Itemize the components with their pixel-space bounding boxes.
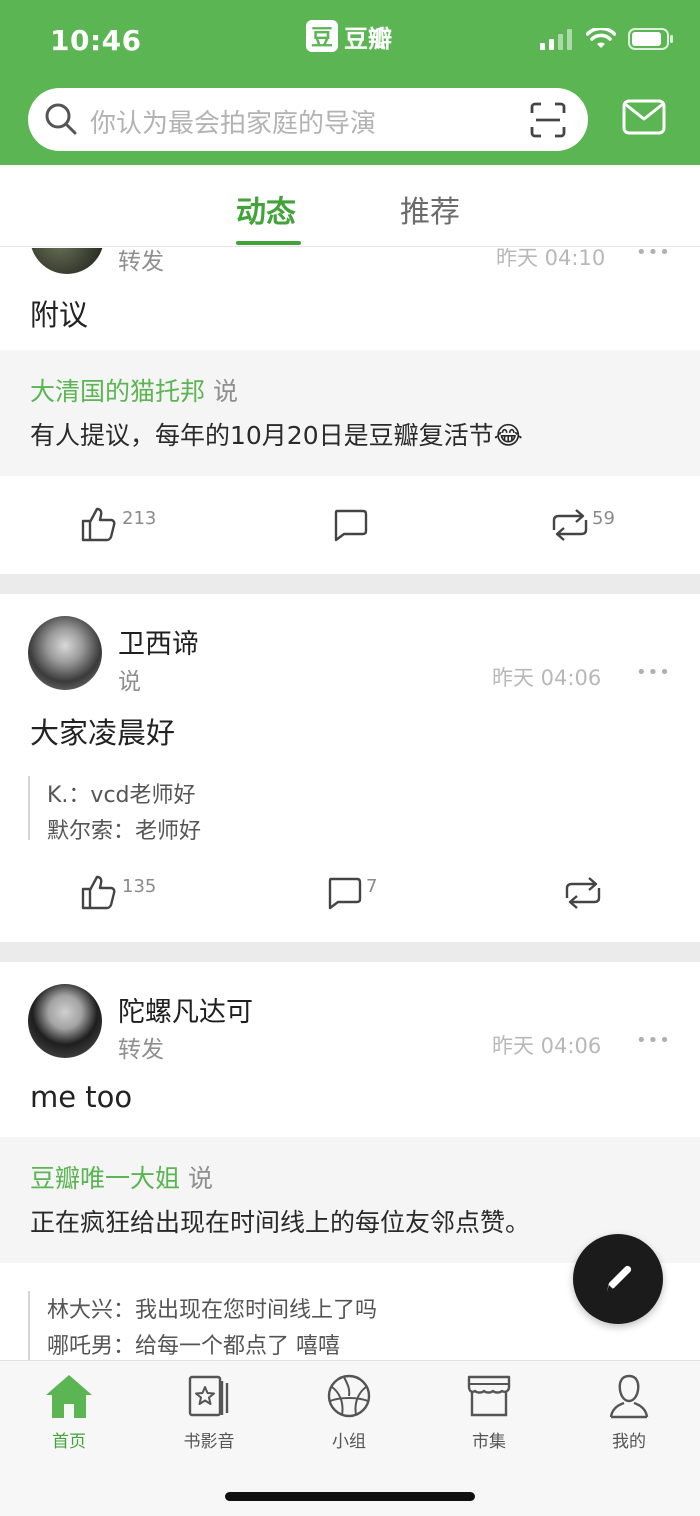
post-text: 大家凌晨好 xyxy=(30,716,176,750)
avatar[interactable] xyxy=(28,984,102,1058)
post-time: 昨天 04:10 xyxy=(496,248,606,270)
like-count: 213 xyxy=(122,508,157,529)
post-username[interactable]: 陀螺凡达可 xyxy=(118,990,253,1029)
search-bar[interactable]: 你认为最会拍家庭的导演 xyxy=(28,88,588,151)
comment-preview[interactable]: 林大兴：我出现在您时间线上了吗 xyxy=(47,1292,377,1324)
original-author[interactable]: 豆瓣唯一大姐 xyxy=(30,1164,180,1193)
app-logo: 豆 豆瓣 xyxy=(306,19,392,53)
nav-book-movie-music[interactable]: 书影音 xyxy=(159,1373,259,1452)
mail-icon[interactable] xyxy=(622,99,666,135)
comment-preview[interactable]: 默尔索：老师好 xyxy=(47,813,201,845)
original-said: 说 xyxy=(213,377,239,406)
group-icon xyxy=(327,1374,371,1418)
status-icons xyxy=(540,28,674,50)
nav-label: 市集 xyxy=(472,1432,506,1452)
tab-dongtai[interactable]: 动态 xyxy=(236,187,296,231)
nav-label: 书影音 xyxy=(183,1432,235,1452)
post-action: 说 xyxy=(118,669,141,695)
like-count: 135 xyxy=(122,876,157,897)
nav-label: 首页 xyxy=(52,1432,86,1452)
post-time: 昨天 04:06 xyxy=(492,1034,602,1058)
comment-icon[interactable] xyxy=(326,876,362,910)
avatar[interactable] xyxy=(28,616,102,690)
original-author-line: 大清国的猫托邦说 xyxy=(30,372,238,408)
post-time: 昨天 04:06 xyxy=(492,666,602,690)
compose-button[interactable] xyxy=(573,1234,663,1324)
original-author-line: 豆瓣唯一大姐说 xyxy=(30,1159,213,1195)
search-icon xyxy=(45,103,77,135)
comment-preview-bar xyxy=(28,1291,30,1360)
post-action: 转发 xyxy=(118,249,164,275)
home-indicator[interactable] xyxy=(225,1492,475,1501)
more-options-button[interactable]: ••• xyxy=(636,662,671,683)
more-options-button[interactable]: ••• xyxy=(636,1030,671,1051)
cellular-signal-icon xyxy=(540,29,572,50)
avatar[interactable] xyxy=(30,248,104,274)
post-text: me too xyxy=(30,1080,133,1114)
post-separator xyxy=(0,574,700,594)
post-username[interactable]: 卫西谛 xyxy=(118,622,199,661)
like-icon[interactable] xyxy=(80,506,116,542)
scan-icon[interactable] xyxy=(530,102,566,138)
market-icon xyxy=(467,1375,511,1417)
more-options-button[interactable]: ••• xyxy=(636,248,671,263)
repost-icon[interactable] xyxy=(561,876,605,910)
search-placeholder: 你认为最会拍家庭的导演 xyxy=(90,109,377,139)
post-action: 转发 xyxy=(118,1037,164,1063)
comment-icon[interactable] xyxy=(332,508,368,542)
repost-icon[interactable] xyxy=(548,508,592,542)
logo-glyph: 豆 xyxy=(306,20,338,52)
battery-icon xyxy=(628,28,673,50)
nav-profile[interactable]: 我的 xyxy=(579,1373,679,1452)
original-author[interactable]: 大清国的猫托邦 xyxy=(30,377,205,406)
book-movie-music-icon xyxy=(188,1375,229,1417)
feed-tabs: 动态 推荐 xyxy=(0,165,700,247)
nav-market[interactable]: 市集 xyxy=(439,1373,539,1452)
app-header: 10:46 豆 豆瓣 你认为最会拍家庭的导演 xyxy=(0,0,700,165)
repost-count: 59 xyxy=(592,508,615,529)
like-icon[interactable] xyxy=(80,874,116,910)
app-name: 豆瓣 xyxy=(344,24,392,53)
feed[interactable]: 转发 昨天 04:10 ••• 附议 大清国的猫托邦说 有人提议，每年的10月2… xyxy=(0,248,700,1360)
home-icon xyxy=(46,1375,92,1418)
original-text: 正在疯狂给出现在时间线上的每位友邻点赞。 xyxy=(30,1208,531,1237)
original-text: 有人提议，每年的10月20日是豆瓣复活节😂 xyxy=(30,421,523,450)
post-separator xyxy=(0,942,700,962)
reshared-post[interactable]: 大清国的猫托邦说 有人提议，每年的10月20日是豆瓣复活节😂 xyxy=(0,350,700,476)
post-text: 附议 xyxy=(30,298,89,332)
wifi-icon xyxy=(586,28,616,48)
nav-group[interactable]: 小组 xyxy=(299,1373,399,1452)
comment-count: 7 xyxy=(366,876,378,897)
comment-preview-bar xyxy=(28,776,30,840)
nav-label: 我的 xyxy=(612,1432,646,1452)
pencil-icon xyxy=(607,1265,632,1291)
nav-label: 小组 xyxy=(332,1432,366,1452)
comment-preview[interactable]: K.：vcd老师好 xyxy=(47,777,196,809)
active-tab-indicator xyxy=(236,241,301,245)
original-said: 说 xyxy=(188,1164,214,1193)
profile-icon xyxy=(609,1374,649,1419)
nav-home[interactable]: 首页 xyxy=(19,1373,119,1452)
tab-tuijian[interactable]: 推荐 xyxy=(400,187,460,231)
comment-preview[interactable]: 哪吒男：给每一个都点了 嘻嘻 xyxy=(47,1328,340,1360)
status-time: 10:46 xyxy=(50,24,142,57)
